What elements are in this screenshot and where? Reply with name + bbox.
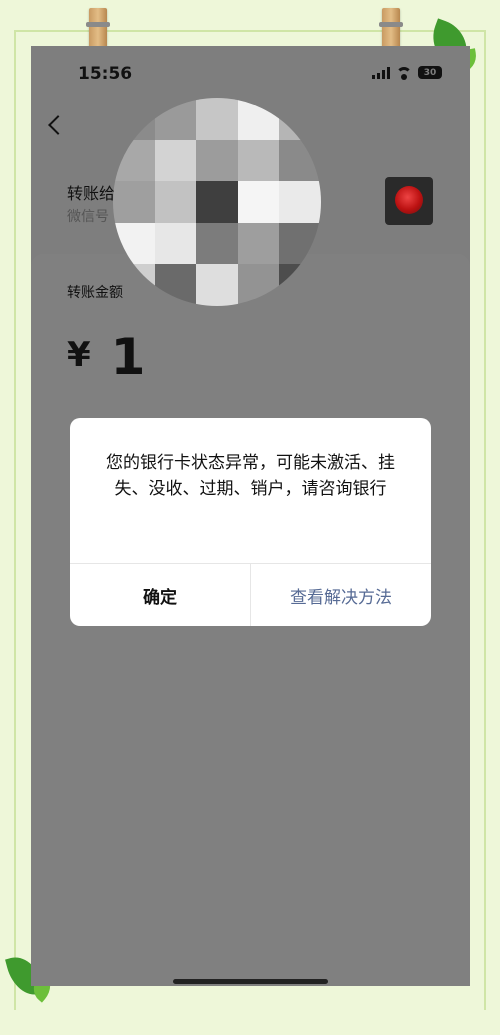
frame-border-top [14,30,484,32]
amount-label: 转账金额 [67,285,123,301]
avatar [385,177,433,225]
clothespin-right-icon [379,8,403,50]
wifi-icon [396,66,412,80]
amount-value: ¥1 [67,328,145,386]
payee-wechat-id: 微信号 [67,209,109,225]
clothespin-left-icon [86,8,110,50]
bank-card-error-dialog: 您的银行卡状态异常，可能未激活、挂失、没收、过期、销户，请咨询银行 确定 查看解… [70,418,431,626]
dialog-message: 您的银行卡状态异常，可能未激活、挂失、没收、过期、销户，请咨询银行 [106,453,395,499]
amount-number: 1 [110,328,146,386]
phone-screen: 15:56 30 转账给 微信号 转账金额 ¥1 您的银行卡状态异常，可能未激活… [31,46,470,986]
signal-icon [372,66,390,79]
view-solution-button[interactable]: 查看解决方法 [251,564,431,626]
status-icons: 30 [372,66,442,80]
frame-border-right [484,30,486,1010]
currency-symbol: ¥ [67,335,91,375]
status-time: 15:56 [78,64,133,84]
back-arrow-icon[interactable] [48,115,68,135]
frame-border-left [14,30,16,1010]
home-indicator[interactable] [173,979,328,984]
payee-name: 转账给 [67,184,116,203]
battery-icon: 30 [418,66,442,79]
confirm-button[interactable]: 确定 [70,564,250,626]
pixelated-avatar-overlay [113,98,321,306]
